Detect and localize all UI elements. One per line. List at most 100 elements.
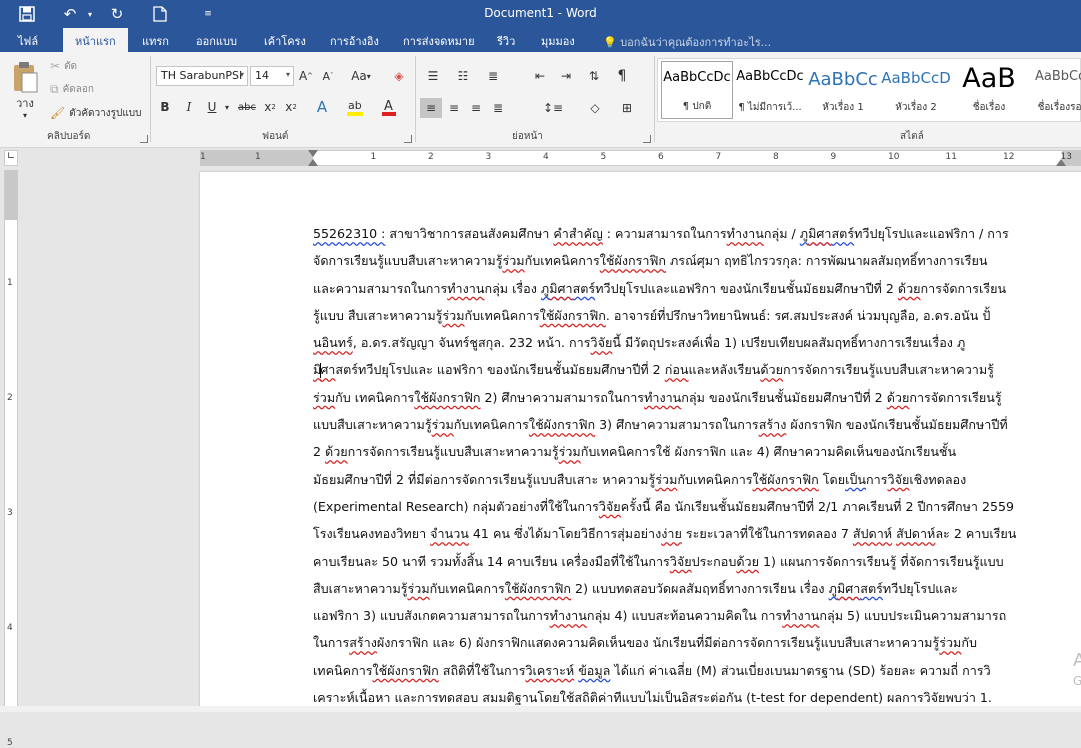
superscript-button[interactable]: x2 <box>283 98 299 116</box>
decrease-indent-icon[interactable]: ⇤ <box>530 66 550 86</box>
document-line: แบบสืบเสาะหาความรู้ร่วมกับเทคนิคการใช้ผั… <box>313 417 1008 433</box>
sort-icon[interactable]: ⇅ <box>584 66 604 86</box>
ruler-number: 3 <box>485 152 492 162</box>
style-preview: AaBbCcD <box>881 69 951 87</box>
font-launcher-icon[interactable] <box>404 135 412 143</box>
style-title[interactable]: AaB ชื่อเรื่อง <box>953 61 1025 119</box>
styles-gallery: AaBbCcDc ¶ ปกติ AaBbCcDc ¶ ไม่มีการเว้..… <box>657 58 1081 122</box>
change-case-button[interactable]: Aa ▾ <box>346 67 376 85</box>
underline-dropdown-icon[interactable]: ▾ <box>222 100 232 114</box>
italic-button[interactable]: I <box>182 98 196 116</box>
clear-formatting-icon[interactable]: ◈ <box>390 67 408 85</box>
document-line: มัธยมศึกษาปีที่ 2 ที่มีต่อการจัดการเรียน… <box>313 471 967 487</box>
tab-home[interactable]: หน้าแรก <box>63 28 128 52</box>
chevron-down-icon: ▾ <box>285 70 290 79</box>
chevron-down-icon: ▾ <box>239 70 244 79</box>
shrink-font-icon[interactable]: Aˇ <box>320 67 336 85</box>
copy-icon: ⧉ <box>50 81 59 96</box>
document-page[interactable]: 55262310 : สาขาวิชาการสอนสังคมศึกษา คำสำ… <box>200 172 1081 708</box>
document-line: มิศาสตร์ทวีปยุโรปและ แอฟริกา ของนักเรียน… <box>313 362 994 379</box>
tab-review[interactable]: รีวิว <box>497 32 515 50</box>
strikethrough-button[interactable]: abc <box>236 98 258 116</box>
tab-view[interactable]: มุมมอง <box>541 32 575 50</box>
ruler-number: 2 <box>7 393 13 403</box>
tab-insert[interactable]: แทรก <box>142 32 169 50</box>
borders-icon[interactable]: ⊞ <box>614 98 640 118</box>
ruler-number: 2 <box>428 152 434 162</box>
style-name: ¶ ปกติ <box>682 101 712 112</box>
align-center-icon[interactable]: ≡ <box>444 98 464 118</box>
font-family-combo[interactable]: TH SarabunPSI ▾ <box>156 66 248 86</box>
hanging-indent-marker[interactable] <box>308 159 318 166</box>
align-left-icon[interactable]: ≡ <box>420 98 442 118</box>
shading-icon[interactable]: ◇ <box>582 98 608 118</box>
text-effects-icon[interactable]: A <box>311 96 333 118</box>
style-heading-1[interactable]: AaBbCc หัวเรื่อง 1 <box>807 61 879 119</box>
underline-button[interactable]: U <box>205 98 219 116</box>
document-line: 55262310 : สาขาวิชาการสอนสังคมศึกษา คำสำ… <box>313 226 1009 241</box>
clipboard-launcher-icon[interactable] <box>140 135 148 143</box>
tab-references[interactable]: การอ้างอิง <box>330 32 379 50</box>
ruler-number: 3 <box>7 508 13 518</box>
grow-font-icon[interactable]: A ^ <box>298 67 314 85</box>
paragraph-launcher-icon[interactable] <box>643 135 651 143</box>
tell-me-placeholder: บอกฉันว่าคุณต้องการทำอะไร... <box>620 36 772 49</box>
document-line: ร่วมกับ เทคนิคการใช้ผังกราฟิก 2) ศึกษาคว… <box>313 389 1002 405</box>
multilevel-list-icon[interactable]: ≣ <box>482 66 504 86</box>
status-bar <box>0 706 1081 712</box>
align-right-icon[interactable]: ≡ <box>466 98 486 118</box>
style-name: ชื่อเรื่อง <box>972 102 1006 113</box>
font-size-combo[interactable]: 14 ▾ <box>250 66 294 86</box>
separator <box>415 56 416 142</box>
tab-design[interactable]: ออกแบบ <box>196 32 237 50</box>
justify-icon[interactable]: ≣ <box>488 98 508 118</box>
document-body[interactable]: 55262310 : สาขาวิชาการสอนสังคมศึกษา คำสำ… <box>313 220 1065 708</box>
tab-mailings[interactable]: การส่งจดหมาย <box>403 32 475 50</box>
style-name: หัวเรื่อง 1 <box>822 102 864 113</box>
show-formatting-button[interactable]: ¶ <box>612 66 632 86</box>
tab-file[interactable]: ไฟล์ <box>18 32 38 50</box>
ruler-number: 5 <box>7 738 13 748</box>
paintbrush-icon: 🖌 <box>50 106 66 120</box>
font-group-label: ฟอนต์ <box>262 131 289 142</box>
document-line: และความสามารถในการทำงานกลุ่ม เรื่อง ภูมิ… <box>313 280 1007 296</box>
line-spacing-icon[interactable]: ↕≡ <box>540 98 566 118</box>
paste-dropdown-icon[interactable]: ▾ <box>18 110 32 120</box>
watermark-glyph: A <box>1073 650 1081 671</box>
document-line: สืบเสาะหาความรู้ร่วมกับเทคนิคการใช้ผังกร… <box>313 580 958 596</box>
tab-layout[interactable]: เค้าโครง <box>264 32 306 50</box>
cut-button[interactable]: ✂ ตัด <box>50 58 77 74</box>
document-line: รู้แบบ สืบเสาะหาความรู้ร่วมกับเทคนิคการใ… <box>313 307 991 323</box>
style-name: หัวเรื่อง 2 <box>895 102 937 113</box>
tab-selector[interactable]: ∟ <box>4 150 18 166</box>
format-painter-button[interactable]: 🖌 ตัวคัดวางรูปแบบ <box>50 105 142 121</box>
tell-me-box[interactable]: 💡 บอกฉันว่าคุณต้องการทำอะไร... <box>603 33 771 51</box>
paragraph-group-label: ย่อหน้า <box>512 131 543 142</box>
style-heading-2[interactable]: AaBbCcD หัวเรื่อง 2 <box>880 61 952 119</box>
highlight-icon[interactable]: ab <box>344 96 366 118</box>
ribbon: วาง ▾ ✂ ตัด ⧉ คัดลอก 🖌 ตัวคัดวางรูปแบบ ค… <box>0 52 1081 148</box>
bullets-icon[interactable]: ☰ <box>422 66 444 86</box>
style-normal[interactable]: AaBbCcDc ¶ ปกติ <box>661 61 733 119</box>
svg-text:ab: ab <box>348 99 362 112</box>
document-line: โรงเรียนคงทองวิทยา จำนวน 41 คน ซึ่งได้มา… <box>313 526 1017 542</box>
font-color-icon[interactable]: A <box>378 96 400 118</box>
numbering-icon[interactable]: ☷ <box>452 66 474 86</box>
copy-button[interactable]: ⧉ คัดลอก <box>50 81 94 97</box>
style-subtitle[interactable]: AaBbCcI ชื่อเรื่องรอง <box>1026 61 1081 119</box>
clipboard-group-label: คลิปบอร์ด <box>47 131 91 142</box>
paste-button[interactable]: วาง <box>12 96 38 110</box>
window-title: Document1 - Word <box>484 6 597 20</box>
paste-icon[interactable] <box>8 58 42 96</box>
right-indent-marker[interactable] <box>1056 159 1066 166</box>
svg-text:A: A <box>384 99 393 114</box>
first-line-indent-marker[interactable] <box>308 150 318 157</box>
style-no-spacing[interactable]: AaBbCcDc ¶ ไม่มีการเว้... <box>734 61 806 119</box>
style-name: ชื่อเรื่องรอง <box>1037 102 1081 113</box>
bold-button[interactable]: B <box>158 98 172 116</box>
separator <box>654 56 655 142</box>
ruler-number: 4 <box>7 623 13 633</box>
style-name: ¶ ไม่มีการเว้... <box>738 102 802 113</box>
subscript-button[interactable]: x2 <box>262 98 278 116</box>
increase-indent-icon[interactable]: ⇥ <box>556 66 576 86</box>
